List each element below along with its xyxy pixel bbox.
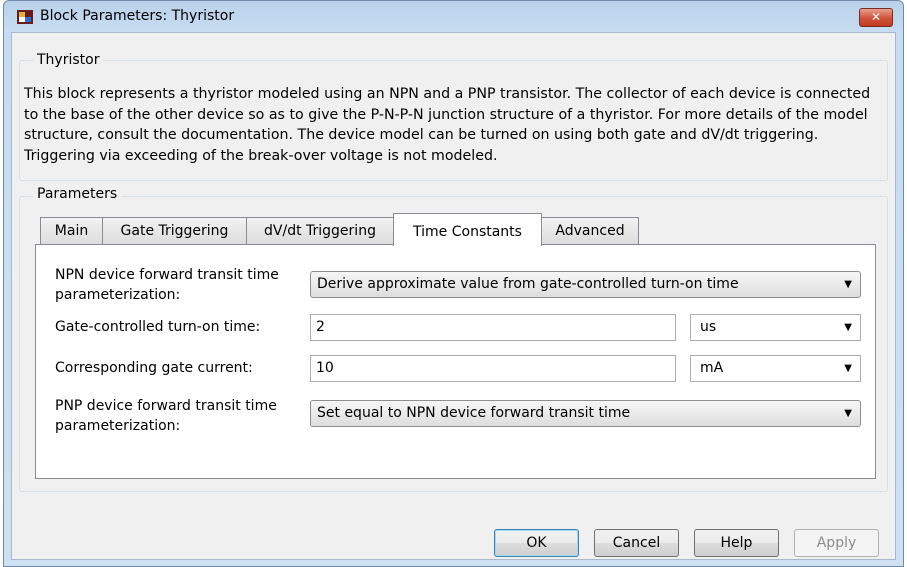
close-button[interactable]: ✕	[859, 8, 893, 27]
npn-param-dropdown[interactable]: Derive approximate value from gate-contr…	[310, 271, 861, 298]
cancel-button[interactable]: Cancel	[594, 529, 679, 557]
chevron-down-icon: ▼	[844, 279, 852, 290]
tab-gate-triggering[interactable]: Gate Triggering	[102, 217, 247, 245]
tab-dvdt-triggering[interactable]: dV/dt Triggering	[246, 217, 394, 245]
pnp-param-label-line2: parameterization:	[55, 418, 181, 434]
apply-button[interactable]: Apply	[794, 529, 879, 557]
turn-on-time-unit-select[interactable]: us ▼	[690, 314, 861, 341]
pnp-param-dropdown[interactable]: Set equal to NPN device forward transit …	[310, 400, 861, 427]
gate-current-label: Corresponding gate current:	[55, 360, 253, 376]
gate-current-input[interactable]: 10	[310, 355, 676, 382]
npn-param-value: Derive approximate value from gate-contr…	[317, 276, 739, 292]
tab-time-constants[interactable]: Time Constants	[393, 213, 542, 246]
parameters-group-title: Parameters	[33, 186, 122, 202]
tab-advanced[interactable]: Advanced	[541, 217, 639, 245]
chevron-down-icon: ▼	[844, 322, 852, 333]
npn-param-label-line2: parameterization:	[55, 287, 181, 303]
block-description: This block represents a thyristor modele…	[24, 86, 871, 164]
turn-on-time-label: Gate-controlled turn-on time:	[55, 319, 261, 335]
gate-current-unit-select[interactable]: mA ▼	[690, 355, 861, 382]
chevron-down-icon: ▼	[844, 408, 852, 419]
turn-on-time-input[interactable]: 2	[310, 314, 676, 341]
pnp-param-value: Set equal to NPN device forward transit …	[317, 405, 631, 421]
pnp-param-label-line1: PNP device forward transit time	[55, 398, 277, 414]
block-group-title: Thyristor	[33, 52, 104, 68]
close-icon: ✕	[870, 10, 882, 24]
ok-button[interactable]: OK	[494, 529, 579, 557]
npn-param-label-line1: NPN device forward transit time	[55, 267, 279, 283]
window-title: Block Parameters: Thyristor	[40, 8, 235, 24]
chevron-down-icon: ▼	[844, 363, 852, 374]
tab-main[interactable]: Main	[40, 217, 103, 245]
title-bar[interactable]: Block Parameters: Thyristor ✕	[4, 1, 903, 33]
simulink-block-icon	[17, 10, 33, 24]
help-button[interactable]: Help	[694, 529, 779, 557]
